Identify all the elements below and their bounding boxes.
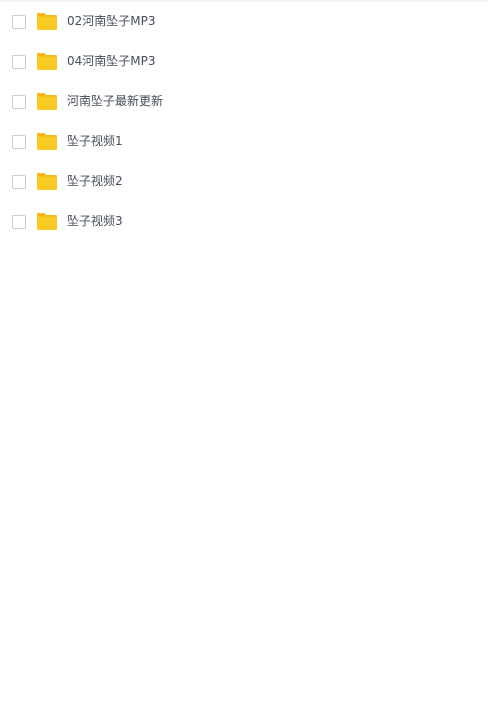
file-name[interactable]: 坠子视频2 [67,173,123,189]
folder-icon [36,92,58,111]
row-checkbox[interactable] [12,175,26,189]
folder-icon [36,132,58,151]
file-name[interactable]: 河南坠子最新更新 [67,93,163,109]
folder-icon [36,12,58,31]
file-row[interactable]: 坠子视频3 [0,202,488,242]
file-row[interactable]: 坠子视频2 [0,162,488,202]
folder-icon [36,212,58,231]
file-browser-page: 02河南坠子MP3 04河南坠子MP3 河南坠子最新更新 坠子视频1 坠子视频2 坠子视频… [0,0,488,701]
folder-icon [36,52,58,71]
file-row[interactable]: 坠子视频1 [0,122,488,162]
file-name[interactable]: 坠子视频1 [67,133,123,149]
file-name[interactable]: 02河南坠子MP3 [67,13,156,29]
row-checkbox[interactable] [12,95,26,109]
row-checkbox[interactable] [12,215,26,229]
file-row[interactable]: 河南坠子最新更新 [0,82,488,122]
row-checkbox[interactable] [12,135,26,149]
file-row[interactable]: 02河南坠子MP3 [0,2,488,42]
file-name[interactable]: 04河南坠子MP3 [67,53,156,69]
row-checkbox[interactable] [12,15,26,29]
file-name[interactable]: 坠子视频3 [67,213,123,229]
file-list: 02河南坠子MP3 04河南坠子MP3 河南坠子最新更新 坠子视频1 坠子视频2 坠子视频… [0,2,488,242]
row-checkbox[interactable] [12,55,26,69]
file-row[interactable]: 04河南坠子MP3 [0,42,488,82]
folder-icon [36,172,58,191]
